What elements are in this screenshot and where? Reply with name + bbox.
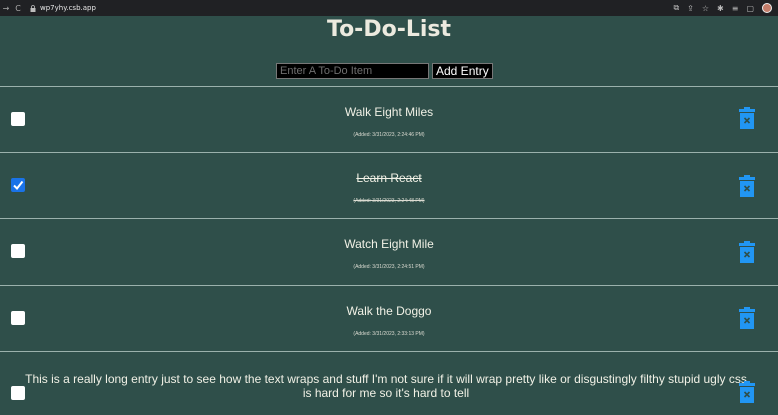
star-icon[interactable]: ☆: [702, 4, 709, 13]
trash-icon[interactable]: [737, 175, 757, 197]
todo-timestamp: (Added: 3/31/2023, 2:24:48 PM): [353, 198, 425, 204]
todo-text: Learn React: [356, 171, 422, 185]
todo-timestamp: (Added: 3/31/2023, 2:24:51 PM): [353, 264, 425, 270]
todo-timestamp: (Added: 3/31/2023, 2:33:13 PM): [353, 331, 425, 337]
todo-row: Watch Eight Mile (Added: 3/31/2023, 2:24…: [0, 219, 778, 283]
reload-icon[interactable]: C: [12, 4, 24, 13]
trash-icon[interactable]: [737, 107, 757, 129]
reading-list-icon[interactable]: ≡: [732, 4, 739, 13]
trash-icon[interactable]: [737, 307, 757, 329]
entry-form: Add Entry: [276, 63, 493, 79]
profile-avatar[interactable]: [762, 3, 772, 13]
todo-row: Learn React (Added: 3/31/2023, 2:24:48 P…: [0, 153, 778, 217]
browser-actions: ⧉ ⇪ ☆ ✱ ≡ ▢: [673, 0, 772, 16]
todo-text: Walk the Doggo: [346, 304, 432, 318]
todo-text: This is a really long entry just to see …: [25, 372, 747, 400]
lock-icon: [30, 4, 36, 12]
browser-toolbar: → C wp7yhy.csb.app ⧉ ⇪ ☆ ✱ ≡ ▢: [0, 0, 778, 16]
divider: [0, 351, 778, 352]
trash-icon[interactable]: [737, 241, 757, 263]
address-bar[interactable]: wp7yhy.csb.app: [40, 4, 96, 12]
install-icon[interactable]: ⧉: [673, 3, 679, 13]
todo-row: Walk the Doggo (Added: 3/31/2023, 2:33:1…: [0, 286, 778, 350]
todo-text: Walk Eight Miles: [344, 105, 434, 119]
share-icon[interactable]: ⇪: [687, 4, 694, 13]
todo-input[interactable]: [276, 63, 429, 79]
back-icon[interactable]: →: [0, 4, 12, 13]
add-entry-button[interactable]: Add Entry: [432, 63, 493, 79]
trash-icon[interactable]: [737, 381, 757, 403]
todo-row: Walk Eight Miles (Added: 3/31/2023, 2:24…: [0, 87, 778, 151]
todo-timestamp: (Added: 3/31/2023, 2:24:46 PM): [353, 132, 425, 138]
page-title: To-Do-List: [326, 17, 451, 42]
todo-text: Watch Eight Mile: [344, 237, 434, 251]
window-icon[interactable]: ▢: [746, 4, 754, 13]
extensions-icon[interactable]: ✱: [717, 4, 724, 13]
